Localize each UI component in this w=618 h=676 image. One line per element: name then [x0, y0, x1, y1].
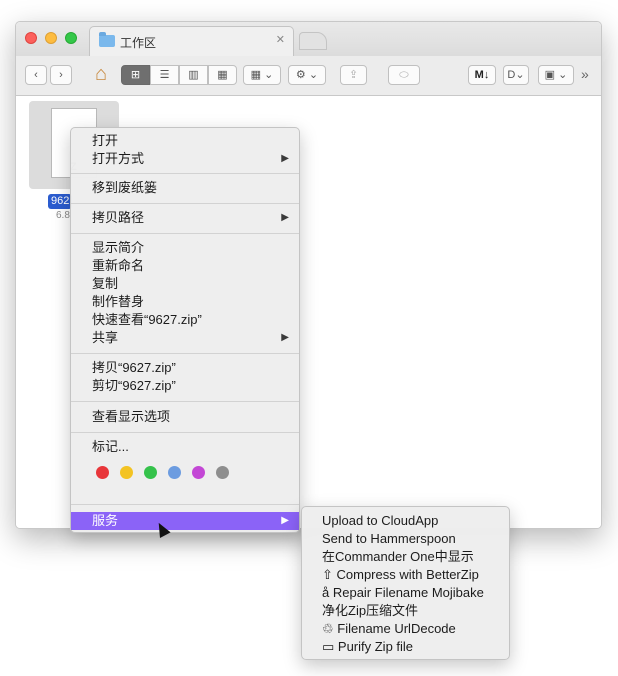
menu-separator — [71, 504, 299, 505]
submenu-arrow-icon: ▶ — [281, 332, 289, 343]
service-send-hammerspoon[interactable]: Send to Hammerspoon — [302, 530, 509, 548]
menu-item-services[interactable]: 服务 ▶ — [71, 512, 299, 530]
menu-item-quick-look[interactable]: 快速查看“9627.zip” — [71, 311, 299, 329]
menu-separator — [71, 432, 299, 433]
new-tab-button[interactable] — [299, 32, 327, 50]
close-window-button[interactable] — [25, 32, 37, 44]
tab-close-icon[interactable]: ✕ — [276, 33, 285, 46]
menu-item-open[interactable]: 打开 — [71, 132, 299, 150]
extension-button[interactable]: D⌄ — [503, 65, 529, 85]
terminal-icon: ▣ ⌄ — [544, 69, 568, 81]
menu-item-tags[interactable]: 标记... — [71, 438, 299, 456]
group-icon: ▦ ⌄ — [250, 69, 274, 81]
action-button[interactable]: ⚙ ⌄ — [288, 65, 326, 85]
tag-color-dot[interactable] — [216, 466, 229, 479]
extension-icon: D⌄ — [507, 69, 525, 81]
service-upload-cloudapp[interactable]: Upload to CloudApp — [302, 512, 509, 530]
tag-color-dot[interactable] — [144, 466, 157, 479]
view-list-button[interactable]: ☰ — [150, 65, 179, 85]
service-filename-urldecode[interactable]: ♲ Filename UrlDecode — [302, 620, 509, 638]
title-bar: 工作区 ✕ — [16, 22, 601, 56]
minimize-window-button[interactable] — [45, 32, 57, 44]
menu-item-trash[interactable]: 移到废纸篓 — [71, 179, 299, 197]
menu-separator — [71, 233, 299, 234]
tag-color-dot[interactable] — [120, 466, 133, 479]
gallery-icon: ▦ — [217, 69, 228, 81]
home-icon[interactable]: ⌂ — [90, 63, 112, 85]
context-menu: 打开 打开方式 ▶ 移到废纸篓 拷贝路径 ▶ 显示简介 重新命名 复制 制作替身 快… — [70, 127, 300, 533]
markdown-button[interactable]: M↓ — [468, 65, 496, 85]
tag-color-dot[interactable] — [192, 466, 205, 479]
chevron-right-icon: › — [59, 69, 63, 81]
submenu-arrow-icon: ▶ — [281, 515, 289, 526]
forward-button[interactable]: › — [50, 65, 72, 85]
service-show-in-commander-one[interactable]: 在Commander One中显示 — [302, 548, 509, 566]
service-compress-betterzip[interactable]: ⇧ Compress with BetterZip — [302, 566, 509, 584]
view-columns-button[interactable]: ▥ — [179, 65, 208, 85]
service-purify-zip-cn[interactable]: 净化Zip压缩文件 — [302, 602, 509, 620]
toolbar: ‹ › ⌂ ⊞ ☰ ▥ ▦ ▦ ⌄ ⚙ ⌄ ⇪ ⬭ M↓ D⌄ ▣ ⌄ » — [16, 56, 601, 96]
view-gallery-button[interactable]: ▦ — [208, 65, 237, 85]
group-button[interactable]: ▦ ⌄ — [243, 65, 281, 85]
menu-separator — [71, 401, 299, 402]
share-icon: ⇪ — [348, 69, 359, 81]
grid-icon: ⊞ — [130, 69, 141, 81]
tag-button[interactable]: ⬭ — [388, 65, 420, 85]
gear-icon: ⚙ ⌄ — [295, 69, 319, 81]
back-button[interactable]: ‹ — [25, 65, 47, 85]
services-submenu: Upload to CloudApp Send to Hammerspoon 在… — [301, 506, 510, 660]
menu-item-open-with[interactable]: 打开方式 ▶ — [71, 150, 299, 168]
submenu-arrow-icon: ▶ — [281, 153, 289, 164]
tag-color-dot[interactable] — [168, 466, 181, 479]
menu-item-copy-path[interactable]: 拷贝路径 ▶ — [71, 209, 299, 227]
menu-separator — [71, 353, 299, 354]
folder-icon — [99, 32, 115, 47]
menu-item-share[interactable]: 共享 ▶ — [71, 329, 299, 347]
open-in-terminal-button[interactable]: ▣ ⌄ — [538, 65, 574, 85]
markdown-icon: M↓ — [474, 69, 490, 81]
file-name-label: 962 — [48, 194, 73, 209]
menu-item-view-options[interactable]: 查看显示选项 — [71, 408, 299, 426]
list-icon: ☰ — [159, 69, 170, 81]
view-icons-button[interactable]: ⊞ — [121, 65, 150, 85]
menu-separator — [71, 173, 299, 174]
menu-item-get-info[interactable]: 显示简介 — [71, 239, 299, 257]
share-button[interactable]: ⇪ — [340, 65, 367, 85]
columns-icon: ▥ — [188, 69, 199, 81]
more-toolbar-icon[interactable]: » — [581, 66, 589, 82]
chevron-left-icon: ‹ — [34, 69, 38, 81]
tab-title: 工作区 — [120, 36, 157, 50]
submenu-arrow-icon: ▶ — [281, 212, 289, 223]
tag-color-dot[interactable] — [96, 466, 109, 479]
service-repair-mojibake[interactable]: å Repair Filename Mojibake — [302, 584, 509, 602]
menu-item-duplicate[interactable]: 复制 — [71, 275, 299, 293]
menu-separator — [71, 203, 299, 204]
tag-icon: ⬭ — [399, 69, 409, 81]
file-size-label: 6.8 — [56, 210, 70, 221]
service-purify-zip-file[interactable]: ▭ Purify Zip file — [302, 638, 509, 656]
menu-item-rename[interactable]: 重新命名 — [71, 257, 299, 275]
maximize-window-button[interactable] — [65, 32, 77, 44]
tab-workspace[interactable]: 工作区 ✕ — [89, 26, 294, 56]
menu-item-make-alias[interactable]: 制作替身 — [71, 293, 299, 311]
menu-item-copy[interactable]: 拷贝“9627.zip” — [71, 359, 299, 377]
menu-item-cut[interactable]: 剪切“9627.zip” — [71, 377, 299, 395]
